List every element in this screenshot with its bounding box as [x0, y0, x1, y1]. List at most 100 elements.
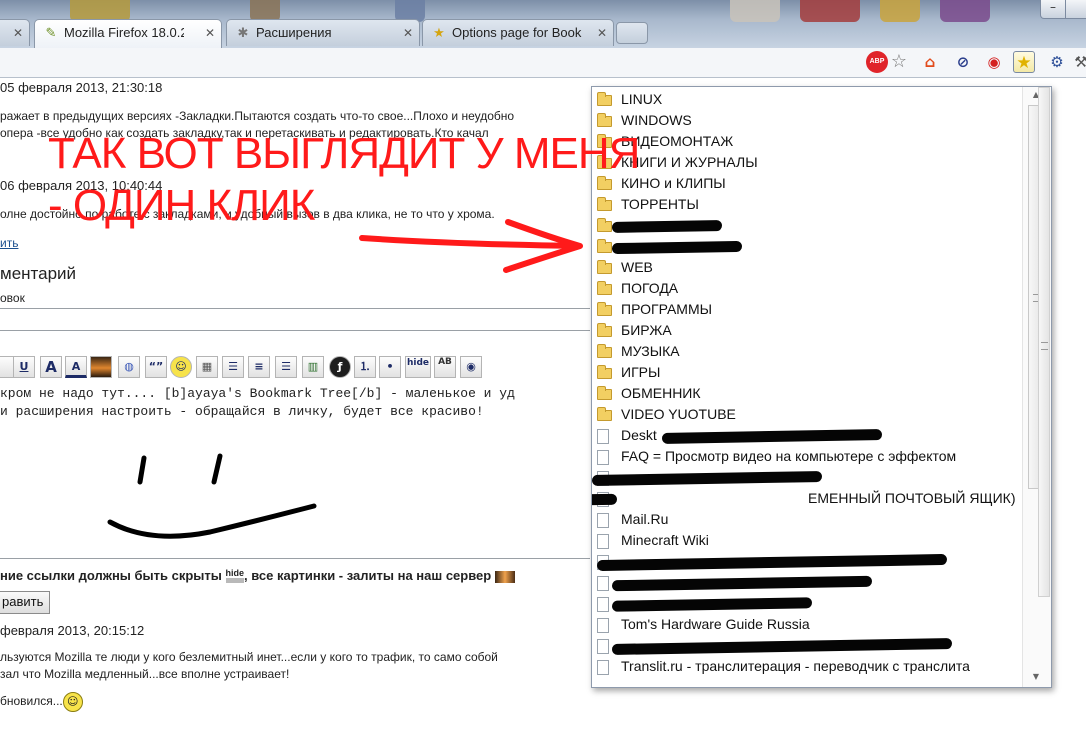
bookmark-label: ПОГОДА — [621, 280, 679, 296]
block-icon[interactable]: ⊘ — [952, 51, 974, 73]
close-tab-icon[interactable]: ✕ — [13, 20, 23, 46]
bookmark-link[interactable]: ЕМЕННЫЙ ПОЧТОВЫЙ ЯЩИК) — [592, 488, 1022, 509]
bookmark-link[interactable]: Mail.Ru — [592, 509, 1022, 530]
editor-text[interactable]: кром не надо тут.... [b]ayaya's Bookmark… — [0, 386, 515, 401]
title-input-border[interactable] — [0, 308, 590, 309]
adblock-plus-icon[interactable]: ABP — [866, 51, 888, 73]
bookmark-label: WEB — [621, 259, 653, 275]
align-right-icon[interactable]: ☰ — [275, 356, 297, 378]
page-icon — [597, 429, 609, 444]
window-control[interactable] — [1065, 0, 1086, 19]
bookmark-folder[interactable]: КИНО и КЛИПЫ — [592, 173, 1022, 194]
lock-icon[interactable]: ▦ — [196, 356, 218, 378]
bookmark-link[interactable]: Minecraft Wiki — [592, 530, 1022, 551]
align-left-icon[interactable]: ☰ — [222, 356, 244, 378]
bookmark-label: WINDOWS — [621, 112, 692, 128]
unordered-list-icon[interactable]: • — [379, 356, 401, 378]
bookmark-folder[interactable]: ОБМЕННИК — [592, 383, 1022, 404]
reply-link[interactable]: ить — [0, 236, 18, 250]
tab-options-page[interactable]: ★ Options page for Book ✕ — [422, 19, 614, 46]
tab-previous[interactable]: ✕ — [0, 19, 30, 46]
bookmark-folder[interactable]: КНИГИ И ЖУРНАЛЫ — [592, 152, 1022, 173]
tab-extensions[interactable]: ✱ Расширения ✕ — [226, 19, 420, 46]
bookmark-label: Deskt — [621, 427, 657, 443]
page-icon — [597, 450, 609, 465]
bookmark-link[interactable] — [592, 635, 1022, 656]
tab-label: Расширения — [256, 25, 332, 40]
folder-icon — [597, 323, 612, 337]
close-tab-icon[interactable]: ✕ — [597, 20, 607, 46]
insert-link-globe-icon[interactable]: ◍ — [118, 356, 140, 378]
comment-text: льзуются Mozilla те люди у кого безлемит… — [0, 650, 498, 664]
bookmark-link[interactable] — [592, 467, 1022, 488]
drawn-smiley-face — [107, 453, 317, 539]
format-button[interactable] — [0, 356, 14, 378]
scroll-down-arrow-icon[interactable]: ▼ — [1028, 669, 1044, 685]
page-icon — [597, 513, 609, 528]
bookmarks-star-icon[interactable]: ★ — [1013, 51, 1035, 73]
folder-icon — [597, 344, 612, 358]
bookmark-folder[interactable]: МУЗЫКА — [592, 341, 1022, 362]
bookmark-link[interactable]: FAQ = Просмотр видео на компьютере с эфф… — [592, 446, 1022, 467]
flash-icon[interactable]: ƒ — [329, 356, 351, 378]
bookmark-folder[interactable]: ИГРЫ — [592, 362, 1022, 383]
tab-mozilla-firefox[interactable]: ✎ Mozilla Firefox 18.0.2 Fa ✕ — [34, 19, 222, 48]
gear-icon[interactable]: ⚙ — [1046, 51, 1068, 73]
smile-icon[interactable]: ☺ — [170, 356, 192, 378]
score-icon[interactable]: ◉ — [983, 51, 1005, 73]
folder-icon — [597, 239, 612, 253]
comment-text: ражает в предыдущих версиях -Закладки.Пы… — [0, 109, 515, 123]
bookmark-folder[interactable]: ВИДЕОМОНТАЖ — [592, 131, 1022, 152]
bookmark-folder[interactable] — [592, 236, 1022, 257]
folder-icon — [597, 407, 612, 421]
tab-label: Options page for Book — [452, 25, 582, 40]
bookmark-link[interactable] — [592, 593, 1022, 614]
bookmark-link[interactable] — [592, 572, 1022, 593]
window-titlebar: ✕ ✎ Mozilla Firefox 18.0.2 Fa ✕ ✱ Расширен… — [0, 0, 1086, 48]
font-size-button[interactable]: A — [40, 356, 62, 378]
comment-text-part: бновился... — [0, 694, 63, 709]
wrench-icon[interactable]: ⚒ — [1070, 51, 1086, 73]
bookmark-label: ЕМЕННЫЙ ПОЧТОВЫЙ ЯЩИК) — [808, 490, 1016, 506]
font-color-button[interactable]: A — [65, 356, 87, 378]
close-tab-icon[interactable]: ✕ — [205, 20, 215, 46]
hide-button[interactable]: hide — [405, 356, 431, 378]
bookmark-folder[interactable]: ПОГОДА — [592, 278, 1022, 299]
outer-scrollbar-thumb[interactable] — [1038, 87, 1050, 597]
bookmark-folder[interactable]: LINUX — [592, 89, 1022, 110]
bookmark-link[interactable]: Tom's Hardware Guide Russia — [592, 614, 1022, 635]
firefox-icon: ✎ — [45, 26, 57, 41]
redaction-scribble — [661, 429, 883, 444]
desktop-background — [940, 0, 990, 22]
bookmark-link[interactable]: Translit.ru - транслитерация - переводчи… — [592, 656, 1022, 677]
bookmark-folder[interactable]: WINDOWS — [592, 110, 1022, 131]
ordered-list-icon[interactable]: ⒈ — [354, 356, 376, 378]
font-case-button[interactable]: AB — [434, 356, 456, 378]
bookmark-folder[interactable]: VIDEO YUOTUBE — [592, 404, 1022, 425]
bookmark-folder[interactable]: ТОРРЕНТЫ — [592, 194, 1022, 215]
preview-eye-icon[interactable]: ◉ — [460, 356, 482, 378]
bookmark-star-icon[interactable]: ☆ — [888, 51, 910, 73]
home-color-icon[interactable]: ⌂ — [919, 51, 941, 73]
insert-image-button[interactable] — [90, 356, 112, 378]
bookmark-link[interactable] — [592, 551, 1022, 572]
submit-fix-button[interactable]: равить — [0, 591, 51, 614]
video-film-icon[interactable]: ▥ — [302, 356, 324, 378]
bookmark-folder[interactable]: ПРОГРАММЫ — [592, 299, 1022, 320]
annotation-subtitle: - ОДИН КЛИК — [48, 181, 315, 230]
quote-button[interactable]: “” — [145, 356, 167, 378]
bookmark-folder[interactable]: WEB — [592, 257, 1022, 278]
close-tab-icon[interactable]: ✕ — [403, 20, 413, 46]
underline-button[interactable]: U — [13, 356, 35, 378]
bookmark-link[interactable]: Deskt — [592, 425, 1022, 446]
align-center-icon[interactable]: ≡ — [248, 356, 270, 378]
redaction-scribble — [596, 553, 948, 572]
new-tab-button[interactable] — [616, 22, 648, 44]
notice-text: , все картинки - залиты на наш сервер — [244, 568, 495, 583]
editor-text[interactable]: и расширения настроить - обращайся в лич… — [0, 404, 484, 419]
tab-label: Mozilla Firefox 18.0.2 Fa — [64, 25, 184, 40]
field-label: овок — [0, 291, 25, 305]
bookmark-folder[interactable]: БИРЖА — [592, 320, 1022, 341]
minimize-window-button[interactable]: – — [1040, 0, 1066, 19]
bookmark-folder[interactable] — [592, 215, 1022, 236]
